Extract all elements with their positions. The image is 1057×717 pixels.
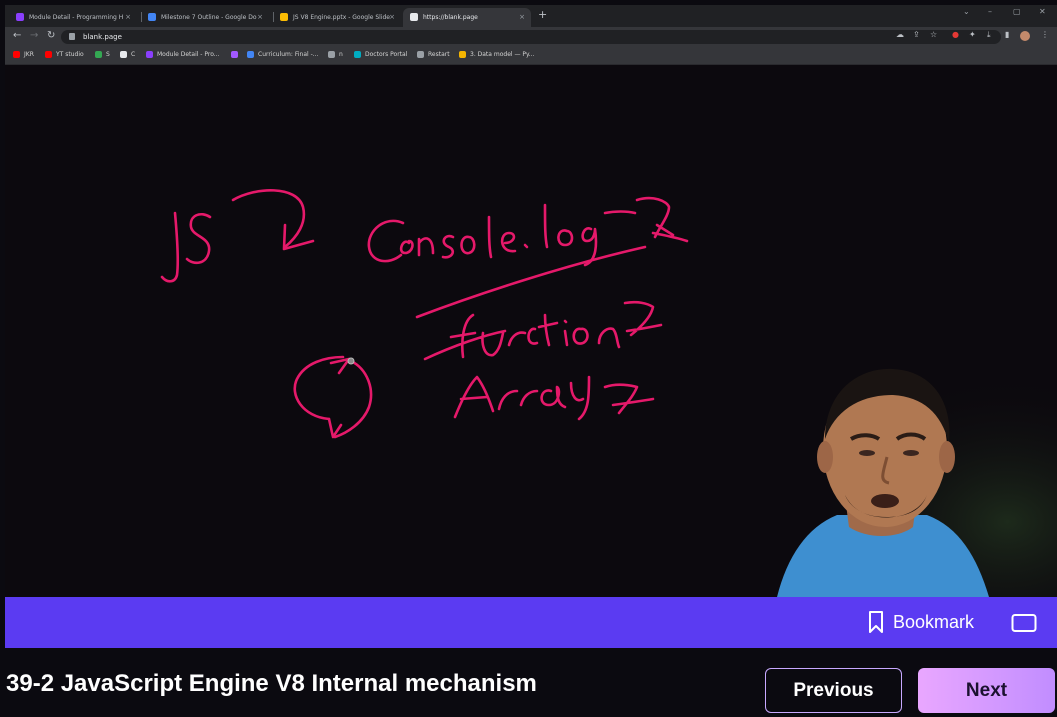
tab-search-icon[interactable]: ⌄ xyxy=(963,7,970,16)
portal-icon xyxy=(354,51,361,58)
browser-toolbar: ← → ↻ blank.page ☁ ⇪ ☆ ● ✦ ⤓ ▮ ⋮ xyxy=(5,27,1057,46)
globe-icon xyxy=(417,51,424,58)
close-tab-icon[interactable]: × xyxy=(257,8,263,27)
tab-favicon-icon xyxy=(410,13,418,21)
ink-stroke xyxy=(603,383,655,415)
bookmark-label: YT studio xyxy=(56,51,84,58)
new-tab-button[interactable]: + xyxy=(538,8,547,21)
bookmark-item[interactable]: C xyxy=(120,46,135,64)
address-bar[interactable]: blank.page xyxy=(61,30,1001,44)
bookmark-label: Doctors Portal xyxy=(365,51,408,58)
bookmark-label: Bookmark xyxy=(893,611,975,632)
bookmark-label: Curriculum: Final -... xyxy=(258,51,319,58)
bookmark-label: C xyxy=(131,51,136,58)
lesson-footer: 39-2 JavaScript Engine V8 Internal mecha… xyxy=(0,648,1057,717)
bookmark-item[interactable] xyxy=(231,46,242,64)
bookmark-label: JKR xyxy=(24,51,34,58)
menu-kebab-icon[interactable]: ⋮ xyxy=(1041,30,1049,39)
browser-tab-strip: Module Detail - Programming H × Mileston… xyxy=(5,5,1057,27)
ink-stroke xyxy=(231,189,306,249)
tab-favicon-icon xyxy=(280,13,288,21)
side-panel-icon[interactable]: ▮ xyxy=(1005,30,1009,39)
close-tab-icon[interactable]: × xyxy=(389,8,395,27)
maximize-icon[interactable]: ▢ xyxy=(1013,7,1021,16)
ink-stroke xyxy=(453,375,591,421)
close-tab-icon[interactable]: × xyxy=(125,8,131,27)
docs-icon xyxy=(247,51,254,58)
close-tab-icon[interactable]: × xyxy=(519,8,525,27)
bookmark-item[interactable]: Doctors Portal xyxy=(354,46,407,64)
ink-stroke xyxy=(367,219,405,263)
download-icon[interactable]: ⤓ xyxy=(987,30,991,40)
ink-stroke xyxy=(160,211,180,283)
next-button[interactable]: Next xyxy=(918,668,1055,713)
bookmark-item[interactable]: S xyxy=(95,46,110,64)
bookmark-item[interactable]: 3. Data model — Py... xyxy=(459,46,534,64)
bookmark-label: n xyxy=(339,51,343,58)
previous-button[interactable]: Previous xyxy=(765,668,902,713)
python-icon xyxy=(459,51,466,58)
tab-title: Milestone 7 Outline - Google Do xyxy=(161,14,257,21)
ink-stroke xyxy=(185,213,212,265)
ink-stroke xyxy=(399,215,517,259)
browser-tab-blank-page[interactable]: https://blank.page × xyxy=(403,8,531,27)
figma-icon xyxy=(231,51,238,58)
cast-icon[interactable]: ☁ xyxy=(896,30,904,39)
bookmark-item[interactable]: Restart xyxy=(417,46,450,64)
instructor-webcam xyxy=(727,347,1057,597)
ink-stroke xyxy=(415,245,647,319)
bookmark-label: S xyxy=(106,51,110,58)
drive-icon xyxy=(95,51,102,58)
browser-tab-module-detail[interactable]: Module Detail - Programming H × xyxy=(9,8,137,27)
ink-stroke xyxy=(523,243,529,249)
player-action-bar: Bookmark xyxy=(5,597,1057,648)
bookmark-item[interactable]: YT studio xyxy=(45,46,84,64)
ink-stroke xyxy=(635,196,689,243)
profile-avatar[interactable] xyxy=(1020,31,1030,41)
ink-stroke xyxy=(423,300,663,361)
back-arrow-icon[interactable]: ← xyxy=(13,30,21,41)
bookmark-label: Restart xyxy=(428,51,450,58)
bookmark-item[interactable]: n xyxy=(328,46,343,64)
youtube-icon xyxy=(13,51,20,58)
theater-mode-icon[interactable] xyxy=(1011,613,1037,633)
star-icon[interactable]: ☆ xyxy=(930,30,937,39)
youtube-icon xyxy=(45,51,52,58)
ink-stroke xyxy=(293,355,345,421)
video-player[interactable]: Module Detail - Programming H × Mileston… xyxy=(5,5,1057,597)
programming-hero-icon xyxy=(146,51,153,58)
tab-title: Module Detail - Programming H xyxy=(29,14,124,21)
ink-stroke xyxy=(329,357,351,375)
tab-favicon-icon xyxy=(148,13,156,21)
forward-arrow-icon[interactable]: → xyxy=(30,30,38,41)
bookmark-label: 3. Data model — Py... xyxy=(470,51,535,58)
bookmark-item[interactable]: Curriculum: Final -... xyxy=(247,46,318,64)
ink-stroke xyxy=(543,203,598,267)
globe-icon xyxy=(328,51,335,58)
lock-icon xyxy=(69,33,75,40)
minimize-icon[interactable]: – xyxy=(988,7,992,16)
share-icon[interactable]: ⇪ xyxy=(913,30,920,39)
bookmark-item[interactable]: Module Detail - Pro... xyxy=(146,46,220,64)
bookmarks-bar: JKR YT studio S C Module Detail - Pro...… xyxy=(5,46,1057,65)
ink-stroke xyxy=(603,210,637,215)
bookmark-button[interactable]: Bookmark xyxy=(867,609,974,635)
bookmark-icon xyxy=(869,611,883,633)
pen-cursor-icon xyxy=(347,357,355,365)
close-window-icon[interactable]: ✕ xyxy=(1039,7,1046,16)
reload-icon[interactable]: ↻ xyxy=(47,30,55,41)
address-bar-url: blank.page xyxy=(83,33,122,41)
browser-tab-milestone-outline[interactable]: Milestone 7 Outline - Google Do × xyxy=(141,8,269,27)
extension-icon[interactable]: ● xyxy=(952,30,959,39)
puzzle-icon[interactable]: ✦ xyxy=(969,30,976,39)
bookmark-item[interactable]: JKR xyxy=(13,46,34,64)
browser-tab-v8-slides[interactable]: JS V8 Engine.pptx - Google Slide × xyxy=(273,8,401,27)
tab-title: https://blank.page xyxy=(423,14,478,21)
bookmark-label: Module Detail - Pro... xyxy=(157,51,220,58)
github-icon xyxy=(120,51,127,58)
tab-favicon-icon xyxy=(16,13,24,21)
tab-title: JS V8 Engine.pptx - Google Slide xyxy=(293,14,390,21)
lesson-title: 39-2 JavaScript Engine V8 Internal mecha… xyxy=(6,670,537,697)
